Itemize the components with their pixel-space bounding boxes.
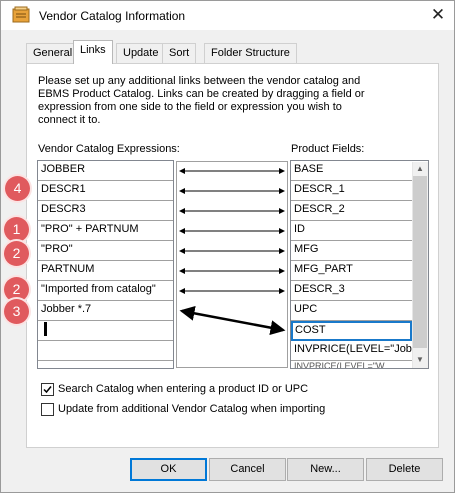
app-icon	[12, 6, 30, 24]
list-item[interactable]: DESCR_3	[291, 281, 412, 301]
annotation-badge: 3	[4, 299, 29, 324]
update-additional-checkbox[interactable]	[41, 403, 54, 416]
scroll-down-icon[interactable]: ▼	[412, 353, 428, 367]
list-item[interactable]: DESCR_2	[291, 201, 412, 221]
text-cursor	[44, 322, 47, 336]
vendor-expressions-header: Vendor Catalog Expressions:	[38, 143, 180, 155]
list-item[interactable]: JOBBER	[38, 161, 173, 181]
list-item[interactable]: INVPRICE(LEVEL="W	[291, 361, 412, 368]
list-item[interactable]: MFG	[291, 241, 412, 261]
tab-links[interactable]: Links	[73, 40, 113, 64]
list-item[interactable]	[38, 341, 173, 361]
search-catalog-label[interactable]: Search Catalog when entering a product I…	[58, 383, 308, 395]
scrollbar-thumb[interactable]	[413, 176, 427, 348]
tab-folder-structure[interactable]: Folder Structure	[204, 43, 297, 63]
list-item[interactable]: BASE	[291, 161, 412, 181]
list-item-selected[interactable]: COST	[291, 321, 412, 341]
product-fields-header: Product Fields:	[291, 143, 365, 155]
link-connector-area[interactable]	[176, 161, 288, 368]
list-item[interactable]: ID	[291, 221, 412, 241]
update-additional-label[interactable]: Update from additional Vendor Catalog wh…	[58, 403, 325, 415]
tab-general[interactable]: General	[26, 43, 80, 63]
links-description: Please set up any additional links betwe…	[38, 75, 365, 126]
annotation-badge: 4	[5, 176, 30, 201]
link-arrows	[179, 168, 286, 336]
search-catalog-checkbox[interactable]	[41, 383, 54, 396]
list-item[interactable]: Jobber *.7	[38, 301, 173, 321]
list-item[interactable]: DESCR3	[38, 201, 173, 221]
tab-sort[interactable]: Sort	[162, 43, 197, 63]
window-title: Vendor Catalog Information	[39, 9, 186, 23]
list-item[interactable]: PARTNUM	[38, 261, 173, 281]
list-item[interactable]: UPC	[291, 301, 412, 321]
annotation-badge: 1	[4, 217, 29, 242]
checkmark-icon	[43, 386, 52, 394]
ok-button[interactable]: OK	[130, 458, 207, 481]
list-item[interactable]: INVPRICE(LEVEL="Job	[291, 341, 412, 361]
product-fields-list[interactable]: BASE DESCR_1 DESCR_2 ID MFG MFG_PART DES…	[290, 160, 429, 369]
tab-update[interactable]: Update	[116, 43, 166, 63]
close-icon[interactable]: ✕	[428, 5, 448, 25]
list-item[interactable]	[38, 321, 173, 341]
list-item[interactable]: MFG_PART	[291, 261, 412, 281]
list-item[interactable]: "Imported from catalog"	[38, 281, 173, 301]
annotation-badge: 2	[4, 241, 29, 266]
cancel-button[interactable]: Cancel	[209, 458, 286, 481]
scroll-up-icon[interactable]: ▲	[412, 162, 428, 176]
list-item[interactable]: DESCR1	[38, 181, 173, 201]
delete-button[interactable]: Delete	[366, 458, 443, 481]
list-item[interactable]: "PRO" + PARTNUM	[38, 221, 173, 241]
list-item[interactable]: "PRO"	[38, 241, 173, 261]
vendor-expressions-list[interactable]: JOBBER DESCR1 DESCR3 "PRO" + PARTNUM "PR…	[37, 160, 174, 369]
new-button[interactable]: New...	[287, 458, 364, 481]
list-item[interactable]: DESCR_1	[291, 181, 412, 201]
